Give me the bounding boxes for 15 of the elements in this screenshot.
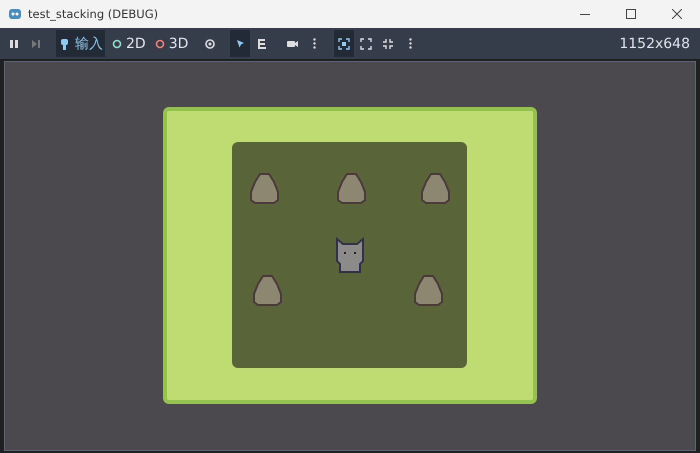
more-icon bbox=[312, 38, 316, 49]
close-icon bbox=[672, 9, 682, 19]
maximize-icon bbox=[626, 9, 636, 19]
resolution-label: 1152x648 bbox=[619, 36, 691, 52]
focus-icon bbox=[336, 36, 352, 52]
toolbar-button[interactable] bbox=[334, 30, 354, 57]
mode-button[interactable]: 输入 bbox=[56, 30, 105, 57]
mode-button[interactable]: 3D bbox=[150, 30, 190, 57]
more-icon bbox=[408, 38, 412, 49]
app-logo-icon bbox=[8, 7, 22, 21]
window-title: test_stacking (DEBUG) bbox=[28, 7, 160, 21]
expand-icon bbox=[358, 36, 374, 52]
camera-icon bbox=[286, 40, 298, 48]
toolbar-button[interactable] bbox=[230, 30, 250, 57]
mode-button[interactable]: 2D bbox=[107, 30, 148, 57]
